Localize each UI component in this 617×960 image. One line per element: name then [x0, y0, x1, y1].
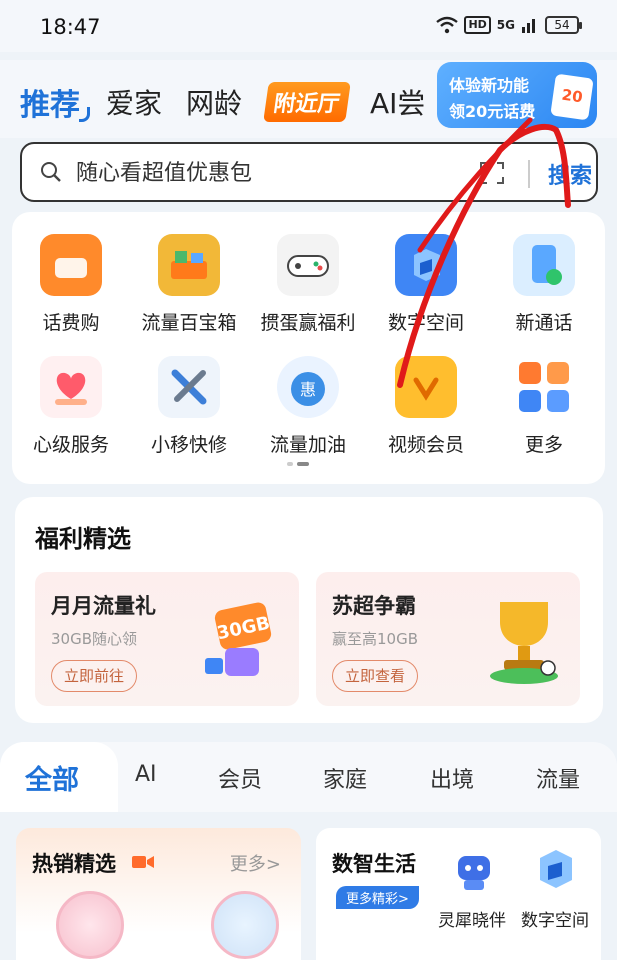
view-now-button[interactable]: 立即查看 — [332, 660, 419, 692]
promo-banner[interactable]: 体验新功能 领20元话费 20 — [437, 62, 597, 128]
service-heart-service[interactable]: 心级服务 — [12, 356, 130, 457]
signal-label: 5G — [496, 18, 515, 32]
tab-network-age[interactable]: 网龄 — [186, 82, 242, 122]
tab-abroad[interactable]: 出境 — [430, 762, 474, 794]
category-tab-bar: 全部 AI 会员 家庭 出境 流量 — [0, 742, 617, 812]
service-label: 心级服务 — [32, 434, 109, 456]
hot-picks-title: 热销精选 — [32, 852, 116, 876]
services-panel: 话费购 流量百宝箱 掼蛋赢福利 数字空间 新通话 心级服务 小移快修 惠 流量加… — [12, 212, 605, 484]
gamepad-icon — [277, 234, 339, 296]
service-guandan[interactable]: 掼蛋赢福利 — [249, 234, 367, 335]
data-boost-icon: 惠 — [277, 356, 339, 418]
more-highlights-tag[interactable]: 更多精彩> — [336, 886, 419, 909]
wifi-icon — [436, 16, 459, 34]
trophy-icon — [490, 602, 558, 684]
grid-more-icon — [513, 356, 575, 418]
service-label: 小移快修 — [150, 434, 227, 456]
treasure-box-icon — [158, 234, 220, 296]
service-label: 视频会员 — [387, 434, 464, 456]
video-camera-icon — [132, 856, 154, 868]
tools-icon — [158, 356, 220, 418]
card-subtitle: 赢至高10GB — [332, 630, 419, 648]
promo-ticket: 20 — [550, 73, 594, 121]
service-data-box[interactable]: 流量百宝箱 — [130, 234, 248, 335]
product-thumbnail[interactable] — [56, 891, 124, 959]
heart-hand-icon — [40, 356, 102, 418]
page-dot — [287, 462, 293, 466]
welfare-card-monthly-data[interactable]: 月月流量礼 30GB随心领 立即前往 30GB — [35, 572, 299, 706]
go-now-button[interactable]: 立即前往 — [51, 660, 138, 692]
card-subtitle: 30GB随心领 — [51, 630, 138, 648]
data-gift-icon: 30GB — [205, 602, 272, 676]
page-indicator — [287, 462, 309, 466]
cube-space-icon — [395, 234, 457, 296]
digital-item-label: 灵犀晓伴 — [438, 911, 506, 931]
hot-picks-more-link[interactable]: 更多> — [230, 850, 281, 876]
service-data-refuel[interactable]: 惠 流量加油 — [249, 356, 367, 457]
service-label: 新通话 — [515, 312, 573, 334]
search-divider — [528, 160, 530, 188]
tab-family[interactable]: 家庭 — [323, 762, 367, 794]
promo-line2: 领20元话费 — [449, 102, 536, 121]
tab-data[interactable]: 流量 — [536, 762, 580, 794]
battery-icon: 54 — [545, 16, 582, 34]
robot-companion-icon — [458, 856, 490, 890]
search-bar: 搜索 — [20, 142, 598, 202]
phone-call-icon — [513, 234, 575, 296]
hot-picks-card[interactable]: 热销精选 更多> — [16, 828, 301, 960]
welfare-section: 福利精选 月月流量礼 30GB随心领 立即前往 30GB 苏超争霸 赢至高10G… — [15, 497, 603, 723]
tab-home[interactable]: 爱家 — [106, 82, 162, 122]
tab-ai[interactable]: AI尝 — [370, 82, 425, 122]
search-button[interactable]: 搜索 — [548, 158, 592, 190]
tab-membership[interactable]: 会员 — [218, 762, 262, 794]
service-new-call[interactable]: 新通话 — [485, 234, 603, 335]
bill-bag-icon — [40, 234, 102, 296]
scan-icon[interactable] — [480, 162, 504, 184]
welfare-card-su-league[interactable]: 苏超争霸 赢至高10GB 立即查看 — [316, 572, 580, 706]
card-title: 月月流量礼 — [51, 594, 156, 618]
service-digital-space[interactable]: 数字空间 — [367, 234, 485, 335]
search-icon — [41, 162, 61, 182]
service-label: 数字空间 — [387, 312, 464, 334]
tab-recommend[interactable]: 推荐 — [20, 80, 90, 124]
service-label: 掼蛋赢福利 — [260, 312, 356, 334]
service-video-vip[interactable]: 视频会员 — [367, 356, 485, 457]
welfare-title: 福利精选 — [35, 525, 131, 553]
service-label: 流量百宝箱 — [141, 312, 237, 334]
video-vip-icon — [395, 356, 457, 418]
hd-badge: HD — [464, 16, 491, 34]
service-label: 流量加油 — [269, 434, 346, 456]
tab-ai-category[interactable]: AI — [135, 762, 157, 787]
digital-life-title: 数智生活 — [332, 852, 416, 876]
tab-nearby-hall[interactable]: 附近厅 — [263, 82, 351, 122]
agent-avatar[interactable] — [211, 891, 279, 959]
status-bar: 18:47 HD 5G 54 — [0, 0, 617, 52]
tab-all[interactable]: 全部 — [25, 758, 79, 797]
status-time: 18:47 — [40, 15, 101, 39]
digital-item-label: 数字空间 — [521, 911, 589, 931]
promo-line1: 体验新功能 — [449, 76, 530, 95]
service-bill-purchase[interactable]: 话费购 — [12, 234, 130, 335]
service-quick-repair[interactable]: 小移快修 — [130, 356, 248, 457]
service-label: 话费购 — [42, 312, 100, 334]
cube-space-icon — [540, 850, 572, 888]
card-title: 苏超争霸 — [332, 594, 416, 618]
search-input[interactable] — [76, 154, 456, 192]
svg-text:惠: 惠 — [300, 380, 316, 399]
service-more[interactable]: 更多 — [485, 356, 603, 457]
page-dot-active — [297, 462, 309, 466]
signal-bars-icon — [522, 19, 535, 33]
status-icons: HD 5G 54 — [436, 16, 582, 34]
digital-life-card[interactable]: 数智生活 更多精彩> 灵犀晓伴 数字空间 — [316, 828, 601, 960]
service-label: 更多 — [524, 434, 563, 456]
